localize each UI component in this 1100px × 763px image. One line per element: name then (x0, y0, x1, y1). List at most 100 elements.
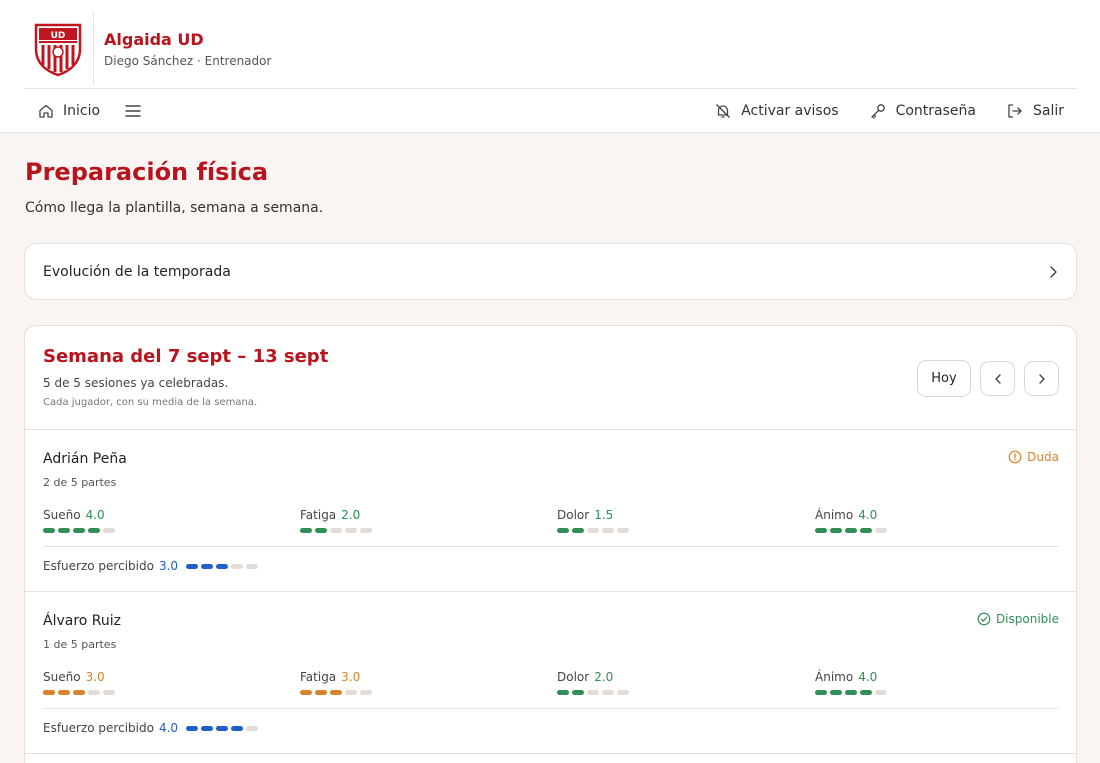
chevron-left-icon (994, 373, 1001, 384)
metric-0: Sueño 4.0 (43, 504, 115, 533)
season-evolution-card[interactable]: Evolución de la temporada (24, 243, 1077, 300)
alerts-button[interactable]: Activar avisos (714, 102, 839, 120)
page-subtitle: Cómo llega la plantilla, semana a semana… (25, 200, 324, 216)
rating-dot (860, 528, 872, 533)
effort-label: Esfuerzo percibido (43, 721, 154, 735)
player-row[interactable]: Álvaro Ruiz 1 de 5 partes Disponible Sueño 3… (25, 592, 1076, 754)
rating-dot (231, 725, 244, 731)
rating-dot (58, 528, 70, 533)
metric-3: Ánimo 4.0 (815, 504, 887, 533)
metric-1: Fatiga 2.0 (300, 504, 372, 533)
rating-dot (845, 528, 857, 533)
status-label: Disponible (995, 612, 1059, 626)
club-logo[interactable]: UD (24, 13, 94, 85)
metric-label: Dolor (557, 508, 590, 522)
metric-0: Sueño 3.0 (43, 666, 115, 695)
app-title: Algaida UD (104, 30, 204, 49)
rating-dot (617, 528, 629, 533)
alerts-label: Activar avisos (741, 103, 839, 119)
season-evolution-label: Evolución de la temporada (43, 263, 231, 280)
menu-button[interactable] (124, 103, 151, 119)
prev-week-button[interactable] (980, 361, 1015, 396)
metric-label: Fatiga (300, 508, 337, 522)
metric-value: 2.0 (594, 670, 614, 684)
metric-label: Ánimo (815, 508, 854, 522)
rating-dot (246, 725, 259, 731)
effort-label: Esfuerzo percibido (43, 559, 154, 573)
rating-dots (186, 725, 259, 731)
effort-value: 3.0 (158, 559, 179, 573)
password-label: Contraseña (895, 103, 976, 119)
week-header: Semana del 7 sept – 13 sept 5 de 5 sesio… (25, 326, 1076, 430)
player-name: Álvaro Ruiz (43, 613, 122, 629)
rating-dot (315, 690, 327, 695)
week-sessions: 5 de 5 sesiones ya celebradas. (43, 376, 229, 390)
logout-button[interactable]: Salir (1006, 102, 1064, 120)
rating-dot (557, 690, 569, 695)
alert-circle-icon (1008, 450, 1022, 464)
rating-dots (557, 528, 629, 533)
logout-label: Salir (1032, 103, 1064, 119)
metric-value: 3.0 (85, 670, 105, 684)
metric-2: Dolor 2.0 (557, 666, 629, 695)
rating-dot (300, 690, 312, 695)
rating-dot (830, 528, 842, 533)
metric-label: Sueño (43, 508, 81, 522)
rating-dot (360, 690, 372, 695)
brand: UD Algaida UD Diego Sánchez · Entrenador (24, 10, 271, 88)
hamburger-icon (125, 105, 141, 117)
player-reports: 1 de 5 partes (43, 638, 117, 651)
rating-dot (201, 725, 214, 731)
rating-dot (246, 563, 259, 569)
chevron-right-icon (1038, 373, 1045, 384)
rating-dot (88, 690, 100, 695)
rating-dot (231, 563, 244, 569)
rating-dot (860, 690, 872, 695)
today-button[interactable]: Hoy (917, 360, 971, 397)
rating-dot (186, 725, 199, 731)
rating-dot (43, 690, 55, 695)
rating-dot (557, 528, 569, 533)
rating-dots (43, 690, 115, 695)
rating-dot (587, 528, 599, 533)
metric-2: Dolor 1.5 (557, 504, 629, 533)
top-nav: Inicio Activar avisos Contraseña Salir (24, 90, 1076, 132)
player-row[interactable]: Adrián Peña 2 de 5 partes Duda Sueño 4.0 Fati… (25, 430, 1076, 592)
rating-dot (602, 528, 614, 533)
home-icon (39, 104, 53, 118)
metric-value: 4.0 (85, 508, 105, 522)
week-note: Cada jugador, con su media de la semana. (43, 397, 258, 408)
metric-value: 3.0 (341, 670, 361, 684)
metric-label: Ánimo (815, 670, 854, 684)
rating-dots (815, 528, 887, 533)
week-card: Semana del 7 sept – 13 sept 5 de 5 sesio… (24, 325, 1077, 763)
header-divider (24, 88, 1076, 89)
logo-lettering: UD (51, 31, 66, 41)
rating-dots (43, 528, 115, 533)
effort-metric: Esfuerzo percibido 3.0 (43, 559, 259, 573)
rating-dots (300, 690, 372, 695)
rating-dots (557, 690, 629, 695)
rating-dot (345, 528, 357, 533)
row-divider (43, 708, 1059, 709)
password-button[interactable]: Contraseña (869, 102, 976, 120)
rating-dot (815, 528, 827, 533)
status-badge: Disponible (977, 612, 1059, 626)
rating-dot (201, 563, 214, 569)
effort-value: 4.0 (158, 721, 179, 735)
week-title: Semana del 7 sept – 13 sept (43, 346, 329, 367)
rating-dot (815, 690, 827, 695)
check-circle-icon (977, 612, 991, 626)
next-week-button[interactable] (1024, 361, 1059, 396)
app-header: UD Algaida UD Diego Sánchez · Entrenador… (0, 0, 1100, 133)
rating-dot (330, 528, 342, 533)
player-reports: 2 de 5 partes (43, 476, 117, 489)
rating-dot (103, 528, 115, 533)
rating-dot (345, 690, 357, 695)
nav-home[interactable]: Inicio (38, 103, 100, 119)
logout-icon (1008, 104, 1022, 118)
rating-dot (617, 690, 629, 695)
status-label: Duda (1027, 450, 1059, 464)
rating-dot (73, 528, 85, 533)
rating-dot (875, 528, 887, 533)
